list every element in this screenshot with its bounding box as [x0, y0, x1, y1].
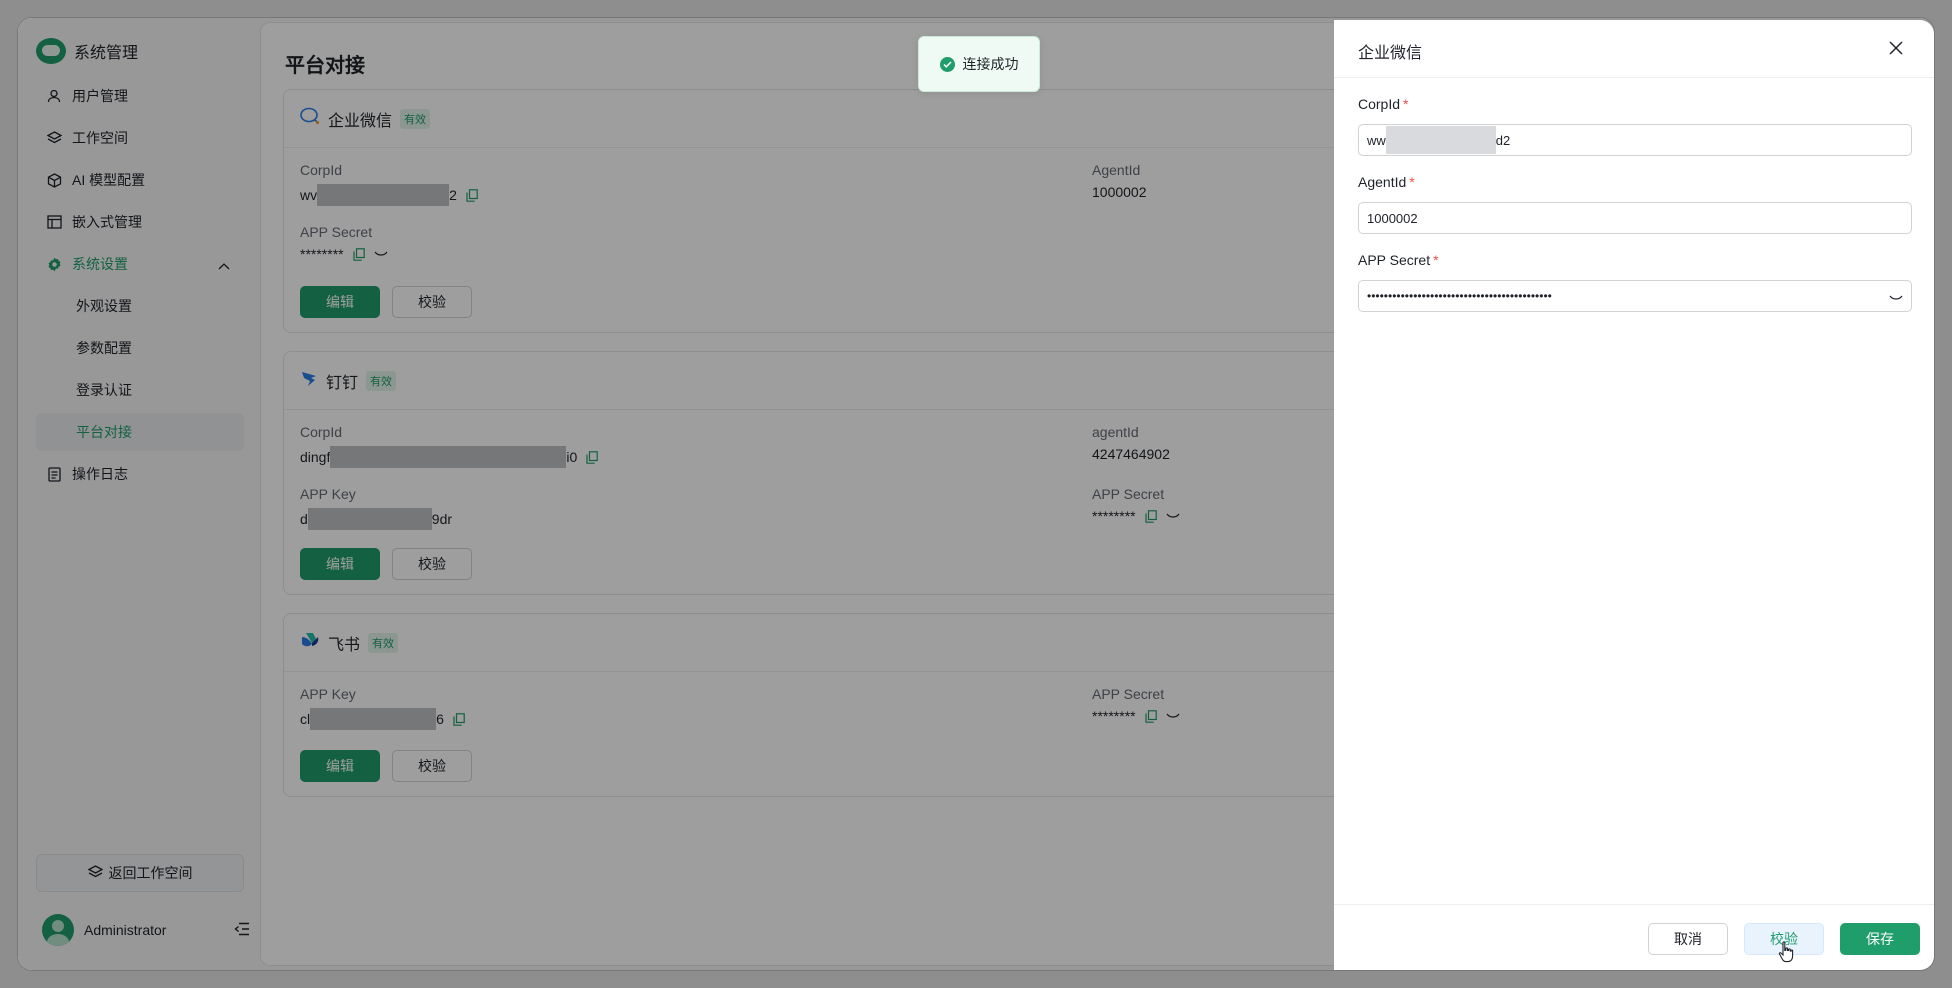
- required-mark: *: [1403, 96, 1409, 112]
- close-icon[interactable]: [1886, 38, 1906, 58]
- input-value: 1000002: [1367, 210, 1418, 226]
- corpid-input[interactable]: ww d2: [1358, 124, 1912, 156]
- app-secret-input[interactable]: ••••••••••••••••••••••••••••••••••••••••…: [1358, 280, 1912, 312]
- toast-message: 连接成功: [962, 56, 1019, 72]
- save-button[interactable]: 保存: [1840, 923, 1920, 955]
- agentid-input[interactable]: 1000002: [1358, 202, 1912, 234]
- app-secret-label: APP Secret *: [1358, 252, 1439, 268]
- check-circle-icon: [939, 56, 955, 72]
- drawer-header: 企业微信: [1334, 20, 1934, 78]
- input-value-suffix: d2: [1495, 132, 1511, 148]
- label-text: CorpId: [1358, 96, 1401, 112]
- label-text: APP Secret: [1358, 252, 1431, 268]
- edit-drawer: 企业微信 CorpId * ww d2 AgentId * 1000002 APP …: [1334, 20, 1934, 970]
- agentid-label: AgentId *: [1358, 174, 1415, 190]
- required-mark: *: [1433, 252, 1439, 268]
- success-toast: 连接成功: [918, 36, 1040, 92]
- label-text: AgentId: [1358, 174, 1407, 190]
- required-mark: *: [1409, 174, 1415, 190]
- input-value-prefix: ww: [1367, 132, 1386, 148]
- drawer-title: 企业微信: [1358, 45, 1423, 62]
- drawer-footer: 取消 校验 保存: [1334, 904, 1934, 970]
- corpid-label: CorpId *: [1358, 96, 1408, 112]
- masked-value: [1385, 126, 1496, 154]
- password-value: ••••••••••••••••••••••••••••••••••••••••…: [1367, 289, 1552, 303]
- hand-cursor-icon: [1778, 941, 1794, 968]
- cancel-button[interactable]: 取消: [1648, 923, 1728, 955]
- eye-closed-icon[interactable]: [1889, 290, 1903, 305]
